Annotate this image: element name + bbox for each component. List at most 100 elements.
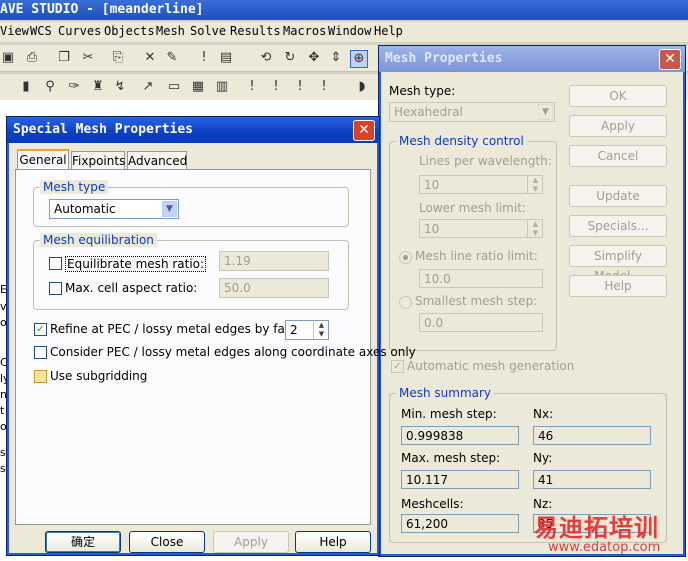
pick-icon[interactable]: ✎ bbox=[164, 50, 180, 66]
tab-fixpoints[interactable]: Fixpoints bbox=[71, 151, 125, 169]
delete-icon[interactable]: ✕ bbox=[142, 50, 158, 66]
tool-icon-10[interactable]: ! bbox=[244, 79, 260, 95]
mesh-properties-title-bar[interactable]: Mesh Properties bbox=[379, 46, 685, 72]
ok-button[interactable]: OK bbox=[569, 85, 667, 107]
dialog-title: Special Mesh Properties bbox=[13, 122, 194, 137]
ratio-limit-label: Mesh line ratio limit: bbox=[415, 249, 538, 263]
paste-icon[interactable]: ⎘ bbox=[110, 50, 126, 66]
ratio-limit-radio[interactable] bbox=[399, 251, 412, 264]
tool-icon-11[interactable]: ! bbox=[268, 79, 284, 95]
menu-mesh[interactable]: Mesh bbox=[156, 24, 185, 38]
tool-icon-5[interactable]: ↯ bbox=[112, 79, 128, 95]
ratio-limit-field[interactable]: 10.0 bbox=[419, 269, 543, 288]
refine-checkbox[interactable]: ✓ bbox=[34, 323, 47, 336]
tool-icon-13[interactable]: ! bbox=[316, 79, 332, 95]
save-icon[interactable]: ▣ bbox=[0, 50, 16, 66]
chevron-down-icon: ▼ bbox=[538, 104, 553, 120]
menu-objects[interactable]: Objects bbox=[104, 24, 155, 38]
help-button[interactable]: Help bbox=[295, 531, 371, 553]
equilibrate-field[interactable]: 1.19 bbox=[219, 251, 329, 271]
max-cell-field[interactable]: 50.0 bbox=[219, 278, 329, 298]
down-arrow-icon: ▼ bbox=[532, 228, 539, 237]
mesh-type-combo[interactable]: Hexahedral ▼ bbox=[389, 102, 555, 122]
cut-icon[interactable]: ✂ bbox=[80, 50, 96, 66]
field-value: 46 bbox=[538, 429, 554, 443]
bar-tool-icon[interactable]: ▮ bbox=[18, 79, 34, 95]
cancel-button[interactable]: Cancel bbox=[569, 145, 667, 167]
tab-general[interactable]: General bbox=[17, 149, 69, 170]
field-value: 10 bbox=[424, 178, 440, 192]
zoom-dyn-icon[interactable]: ⇕ bbox=[328, 50, 344, 66]
tool-icon-4[interactable]: ♜ bbox=[90, 79, 106, 95]
copy-icon[interactable]: ❐ bbox=[56, 50, 72, 66]
tool-icon-6[interactable]: ↗ bbox=[140, 79, 156, 95]
equilibrate-checkbox[interactable] bbox=[49, 257, 62, 270]
lines-per-wavelength-label: Lines per wavelength: bbox=[419, 154, 552, 168]
lines-per-wavelength-field[interactable]: 10 bbox=[419, 175, 543, 194]
lower-limit-spinner[interactable]: ▲ ▼ bbox=[527, 220, 543, 237]
app-title: AVE STUDIO - [meanderline] bbox=[0, 2, 204, 17]
help-button[interactable]: Help bbox=[569, 275, 667, 297]
smallest-step-radio[interactable] bbox=[399, 296, 412, 309]
menu-window[interactable]: Window bbox=[328, 24, 371, 38]
menu-view[interactable]: View bbox=[0, 24, 29, 38]
menu-curves[interactable]: Curves bbox=[58, 24, 101, 38]
apply-button[interactable]: Apply bbox=[569, 115, 667, 137]
apply-button[interactable]: Apply bbox=[213, 531, 289, 553]
graph-icon[interactable]: ▦ bbox=[190, 79, 206, 95]
print-icon[interactable]: ⎙ bbox=[24, 50, 40, 66]
menu-bar: View WCS Curves Objects Mesh Solve Resul… bbox=[0, 22, 688, 42]
smallest-step-field[interactable]: 0.0 bbox=[419, 313, 543, 332]
menu-help[interactable]: Help bbox=[374, 24, 403, 38]
close-button[interactable]: Close bbox=[129, 531, 205, 553]
tool-icon-3[interactable]: ✑ bbox=[66, 79, 82, 95]
monitor-icon[interactable]: ▭ bbox=[166, 79, 182, 95]
lines-spinner[interactable]: ▲ ▼ bbox=[527, 176, 543, 193]
simplify-model-button[interactable]: Simplify Model... bbox=[569, 245, 667, 283]
group-label: Mesh equilibration bbox=[40, 233, 157, 247]
subgridding-label: Use subgridding bbox=[50, 369, 148, 383]
ny-label: Ny: bbox=[533, 451, 553, 465]
zoom-icon[interactable]: ⊕ bbox=[350, 50, 368, 68]
ws-text: s bbox=[0, 462, 6, 475]
mesh-type-select[interactable]: Automatic ▼ bbox=[49, 199, 179, 219]
nx-label: Nx: bbox=[533, 407, 554, 421]
tab-advanced[interactable]: Advanced bbox=[127, 151, 187, 169]
update-button[interactable]: Update bbox=[569, 185, 667, 207]
refine-label: Refine at PEC / lossy metal edges by fac… bbox=[50, 322, 313, 336]
max-cell-checkbox[interactable] bbox=[49, 282, 62, 295]
menu-solve[interactable]: Solve bbox=[190, 24, 226, 38]
pan-icon[interactable]: ✥ bbox=[306, 50, 322, 66]
menu-results[interactable]: Results bbox=[230, 24, 281, 38]
close-icon[interactable]: ✕ bbox=[659, 49, 681, 70]
refine-spinner[interactable]: ▲ ▼ bbox=[313, 321, 329, 339]
field-value: 1.19 bbox=[224, 254, 251, 268]
tool-icon-12[interactable]: ! bbox=[292, 79, 308, 95]
menu-wcs[interactable]: WCS bbox=[30, 24, 52, 38]
rotate-view-icon[interactable]: ⟲ bbox=[258, 50, 274, 66]
consider-pec-checkbox[interactable] bbox=[34, 346, 47, 359]
mesh-properties-dialog: Mesh Properties ✕ Mesh type: Hexahedral … bbox=[378, 45, 686, 557]
max-step-label: Max. mesh step: bbox=[401, 451, 501, 465]
special-mesh-title-bar[interactable]: Special Mesh Properties bbox=[7, 117, 379, 143]
field-value: 10.0 bbox=[424, 272, 451, 286]
tool-icon-2[interactable]: ⚲ bbox=[42, 79, 58, 95]
dialog-title: Mesh Properties bbox=[385, 51, 503, 66]
auto-mesh-checkbox[interactable]: ✓ bbox=[391, 360, 404, 373]
lower-mesh-limit-field[interactable]: 10 bbox=[419, 219, 543, 238]
consider-pec-label: Consider PEC / lossy metal edges along c… bbox=[50, 345, 416, 359]
ok-button[interactable]: 确定 bbox=[45, 531, 121, 553]
subgridding-checkbox[interactable] bbox=[34, 370, 47, 383]
up-arrow-icon: ▲ bbox=[532, 176, 539, 184]
close-icon[interactable]: ✕ bbox=[353, 120, 375, 141]
min-step-label: Min. mesh step: bbox=[401, 407, 497, 421]
properties-icon[interactable]: ▤ bbox=[218, 50, 234, 66]
up-arrow-icon: ▲ bbox=[532, 220, 539, 228]
table-icon[interactable]: ▥ bbox=[214, 79, 230, 95]
spin-icon[interactable]: ↻ bbox=[282, 50, 298, 66]
menu-macros[interactable]: Macros bbox=[283, 24, 326, 38]
special-mesh-dialog: Special Mesh Properties ✕ General Fixpoi… bbox=[6, 116, 416, 556]
exclaim-icon[interactable]: ! bbox=[196, 50, 212, 66]
tool-icon-14[interactable]: ◗ bbox=[354, 79, 370, 95]
specials-button[interactable]: Specials... bbox=[569, 215, 667, 237]
